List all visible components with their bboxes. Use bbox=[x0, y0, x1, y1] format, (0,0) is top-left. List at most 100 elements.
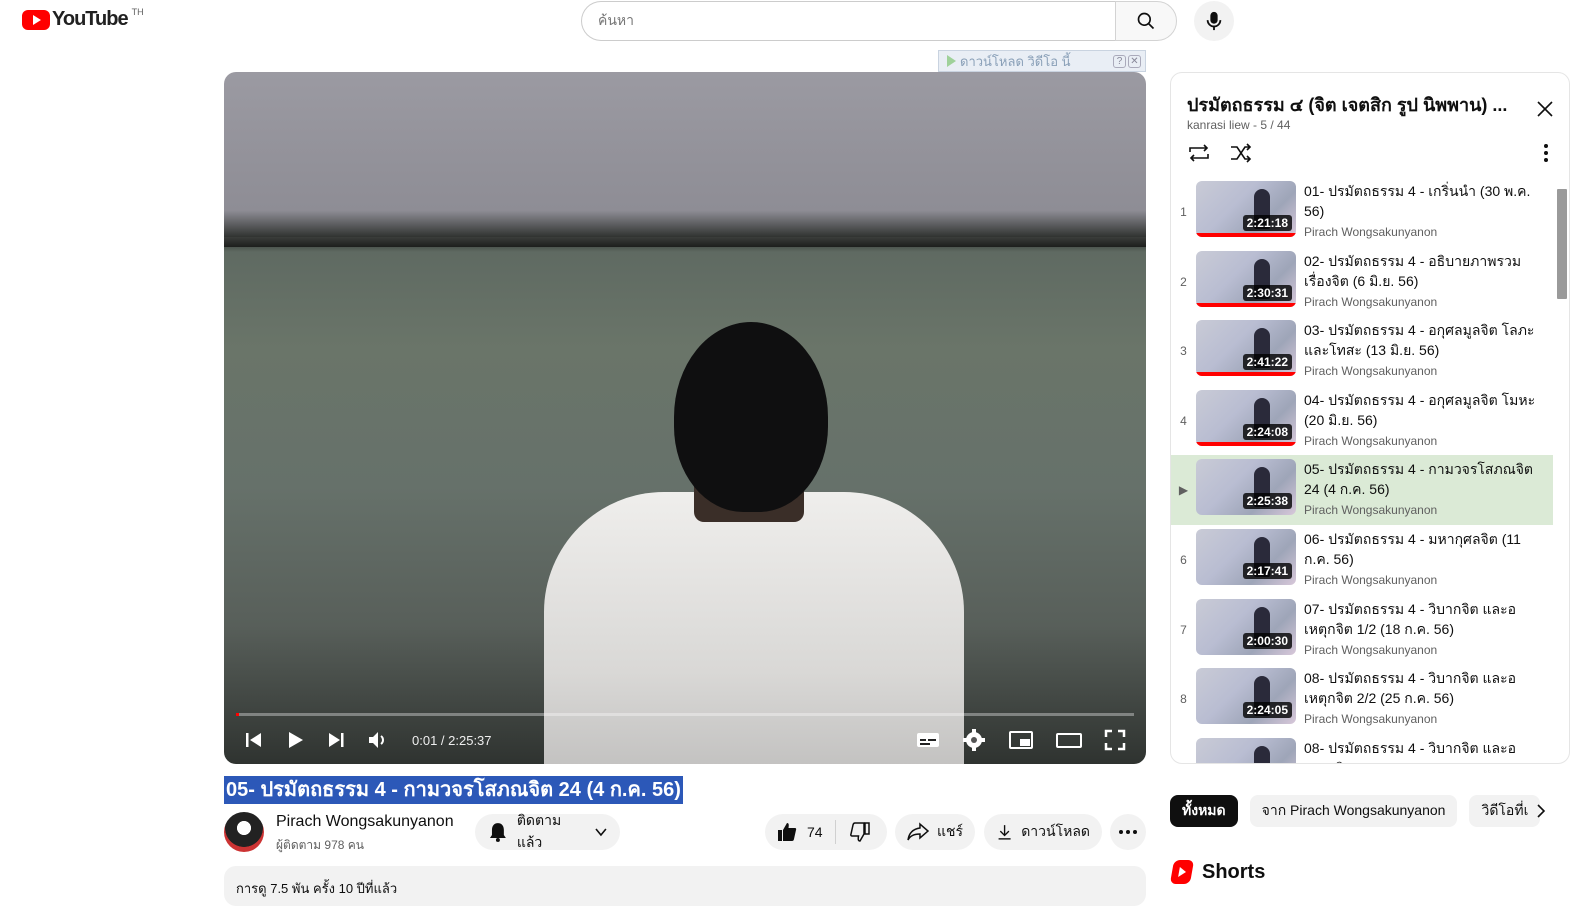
duration-badge: 2:41:22 bbox=[1242, 354, 1292, 371]
more-vertical-icon[interactable] bbox=[1543, 143, 1549, 163]
thumbs-up-icon bbox=[778, 823, 797, 841]
playlist-item-channel: Pirach Wongsakunyanon bbox=[1304, 433, 1438, 448]
playlist-item[interactable]: 6 2:17:41 06- ปรมัตถธรรม 4 - มหากุศลจิต (1… bbox=[1171, 525, 1553, 595]
playlist-item-title[interactable]: 04- ปรมัตถธรรม 4 - อกุศลมูลจิต โมหะ (20 … bbox=[1304, 390, 1544, 430]
playlist-item-channel: Pirach Wongsakunyanon bbox=[1304, 572, 1438, 587]
download-addon-bar[interactable]: ดาวน์โหลด วิดีโอ นี้ ? ✕ bbox=[938, 50, 1146, 72]
settings-icon[interactable] bbox=[962, 728, 986, 752]
playlist-item-channel: Pirach Wongsakunyanon bbox=[1304, 503, 1438, 518]
share-button[interactable]: แชร์ bbox=[895, 814, 975, 850]
player-time: 0:01 / 2:25:37 bbox=[412, 732, 492, 748]
like-count: 74 bbox=[807, 824, 823, 840]
subtitles-icon[interactable] bbox=[916, 730, 940, 750]
duration-badge: 2:17:41 bbox=[1242, 562, 1292, 579]
video-progress-fill bbox=[236, 713, 239, 716]
share-icon bbox=[907, 822, 929, 841]
addon-help-icon[interactable]: ? bbox=[1113, 54, 1126, 68]
playlist-item-index: 6 bbox=[1180, 552, 1187, 567]
playlist-item[interactable]: 1 2:21:18 01- ปรมัตถธรรม 4 - เกริ่นนำ (30 … bbox=[1171, 177, 1553, 247]
playlist-item-title[interactable]: 06- ปรมัตถธรรม 4 - มหากุศลจิต (11 ก.ค. 5… bbox=[1304, 529, 1544, 569]
playlist-item[interactable]: 7 2:00:30 07- ปรมัตถธรรม 4 - วิบากจิต และอ… bbox=[1171, 595, 1553, 665]
playlist-item[interactable]: 8 2:24:05 08- ปรมัตถธรรม 4 - วิบากจิต และอ… bbox=[1171, 664, 1553, 734]
watched-progress bbox=[1196, 441, 1296, 446]
subscriber-count: ผู้ติดตาม 978 คน bbox=[276, 838, 364, 852]
playlist-items: 1 2:21:18 01- ปรมัตถธรรม 4 - เกริ่นนำ (30 … bbox=[1171, 177, 1553, 763]
channel-name[interactable]: Pirach Wongsakunyanon bbox=[276, 813, 454, 831]
playlist-item-thumbnail[interactable] bbox=[1196, 737, 1296, 763]
dislike-button[interactable] bbox=[836, 822, 884, 842]
playlist-item-thumbnail[interactable]: 2:24:05 bbox=[1196, 668, 1296, 725]
like-button[interactable]: 74 bbox=[765, 820, 836, 844]
download-icon bbox=[998, 825, 1011, 840]
video-player[interactable]: 0:01 / 2:25:37 bbox=[224, 72, 1146, 764]
addon-download-label: ดาวน์โหลด วิดีโอ นี้ bbox=[960, 53, 1071, 69]
player-controls: 0:01 / 2:25:37 bbox=[224, 722, 1146, 758]
view-count-and-date: การดู 7.5 พัน ครั้ง 10 ปีที่แล้ว bbox=[236, 881, 398, 896]
subscribe-button[interactable]: ติดตามแล้ว bbox=[475, 812, 620, 850]
playlist-item-channel: Pirach Wongsakunyanon bbox=[1304, 364, 1438, 379]
video-progress-bar[interactable] bbox=[236, 713, 1134, 716]
playlist-item-channel: Pirach Wongsakunyanon bbox=[1304, 294, 1438, 309]
playlist-item-title[interactable]: 08- ปรมัตถธรรม 4 - วิบากจิต และอเหตุกจิต… bbox=[1304, 668, 1544, 708]
search-icon bbox=[1137, 12, 1155, 30]
volume-icon[interactable] bbox=[366, 729, 388, 751]
playlist-item-title[interactable]: 05- ปรมัตถธรรม 4 - กามวจรโสภณจิต 24 (4 ก… bbox=[1304, 459, 1544, 499]
watched-progress bbox=[1196, 372, 1296, 377]
playlist-item-title[interactable]: 02- ปรมัตถธรรม 4 - อธิบายภาพรวมเรื่องจิต… bbox=[1304, 251, 1544, 291]
download-button[interactable]: ดาวน์โหลด bbox=[984, 814, 1102, 850]
chip-all[interactable]: ทั้งหมด bbox=[1170, 795, 1238, 827]
voice-search-button[interactable] bbox=[1194, 1, 1234, 41]
filter-chips: ทั้งหมด จาก Pirach Wongsakunyanon วิดีโอ… bbox=[1170, 795, 1541, 827]
search-bar: ค้นหา bbox=[581, 1, 1177, 41]
playlist-item[interactable]: 2 2:30:31 02- ปรมัตถธรรม 4 - อธิบายภาพรวมเ… bbox=[1171, 247, 1553, 317]
mic-icon bbox=[1206, 11, 1222, 31]
channel-avatar[interactable] bbox=[224, 812, 264, 852]
theater-mode-icon[interactable] bbox=[1056, 729, 1082, 751]
search-input[interactable]: ค้นหา bbox=[581, 1, 1115, 41]
playlist-item-thumbnail[interactable]: 2:25:38 bbox=[1196, 459, 1296, 516]
playlist-item-thumbnail[interactable]: 2:41:22 bbox=[1196, 320, 1296, 377]
chevron-right-icon[interactable] bbox=[1535, 803, 1547, 819]
miniplayer-icon[interactable] bbox=[1008, 729, 1034, 751]
playlist-item-title[interactable]: 07- ปรมัตถธรรม 4 - วิบากจิต และอเหตุกจิต… bbox=[1304, 599, 1544, 639]
addon-close-icon[interactable]: ✕ bbox=[1128, 54, 1141, 68]
chip-related[interactable]: วิดีโอที่เ bbox=[1469, 795, 1541, 827]
playlist-item[interactable]: 4 2:24:08 04- ปรมัตถธรรม 4 - อกุศลมูลจิต โ… bbox=[1171, 386, 1553, 456]
playlist-item-title[interactable]: 08- ปรมัตถธรรม 4 - วิบากจิต และอเหตุกจิต… bbox=[1304, 738, 1544, 763]
more-actions-button[interactable] bbox=[1110, 814, 1146, 850]
close-icon[interactable] bbox=[1535, 99, 1555, 119]
duration-badge: 2:30:31 bbox=[1242, 284, 1292, 301]
description-box[interactable]: การดู 7.5 พัน ครั้ง 10 ปีที่แล้ว bbox=[224, 866, 1146, 906]
play-icon[interactable] bbox=[284, 729, 306, 751]
playlist-subtitle: kanrasi liew - 5 / 44 bbox=[1187, 118, 1291, 132]
playlist-item-thumbnail[interactable]: 2:30:31 bbox=[1196, 250, 1296, 307]
search-button[interactable] bbox=[1115, 1, 1177, 41]
playlist-item-title[interactable]: 03- ปรมัตถธรรม 4 - อกุศลมูลจิต โลภะ และโ… bbox=[1304, 320, 1544, 360]
playlist-item-thumbnail[interactable]: 2:21:18 bbox=[1196, 181, 1296, 237]
chip-from-channel[interactable]: จาก Pirach Wongsakunyanon bbox=[1249, 795, 1458, 827]
youtube-logo[interactable]: YouTube TH bbox=[22, 6, 144, 31]
previous-icon[interactable] bbox=[244, 730, 264, 750]
playlist-item-index: 8 bbox=[1180, 692, 1187, 707]
playlist-item[interactable]: ▶ 2:25:38 05- ปรมัตถธรรม 4 - กามวจรโสภณจิต… bbox=[1171, 455, 1553, 525]
video-title: 05- ปรมัตถธรรม 4 - กามวจรโสภณจิต 24 (4 ก… bbox=[224, 776, 683, 804]
next-icon[interactable] bbox=[326, 730, 346, 750]
shorts-header: Shorts bbox=[1169, 860, 1265, 884]
playlist-scrollbar[interactable] bbox=[1554, 177, 1568, 763]
playlist-item-thumbnail[interactable]: 2:00:30 bbox=[1196, 598, 1296, 655]
playlist-item-thumbnail[interactable]: 2:17:41 bbox=[1196, 528, 1296, 585]
playlist-title[interactable]: ปรมัตถธรรม ๔ (จิต เจตสิก รูป นิพพาน) ... bbox=[1187, 90, 1517, 119]
loop-icon[interactable] bbox=[1187, 143, 1211, 163]
playlist-item-thumbnail[interactable]: 2:24:08 bbox=[1196, 389, 1296, 446]
duration-badge: 2:24:05 bbox=[1242, 702, 1292, 719]
playlist-item[interactable]: 08- ปรมัตถธรรม 4 - วิบากจิต และอเหตุกจิต… bbox=[1171, 734, 1553, 763]
shuffle-icon[interactable] bbox=[1229, 143, 1253, 163]
scrollbar-thumb[interactable] bbox=[1557, 189, 1567, 299]
playlist-item[interactable]: 3 2:41:22 03- ปรมัตถธรรม 4 - อกุศลมูลจิต โ… bbox=[1171, 316, 1553, 386]
fullscreen-icon[interactable] bbox=[1104, 729, 1126, 751]
thumbnail-figure bbox=[1254, 745, 1270, 763]
playlist-item-title[interactable]: 01- ปรมัตถธรรม 4 - เกริ่นนำ (30 พ.ค. 56) bbox=[1304, 181, 1544, 221]
country-code: TH bbox=[131, 6, 144, 17]
shorts-icon bbox=[1169, 860, 1195, 884]
logo-text: YouTube bbox=[52, 8, 129, 30]
